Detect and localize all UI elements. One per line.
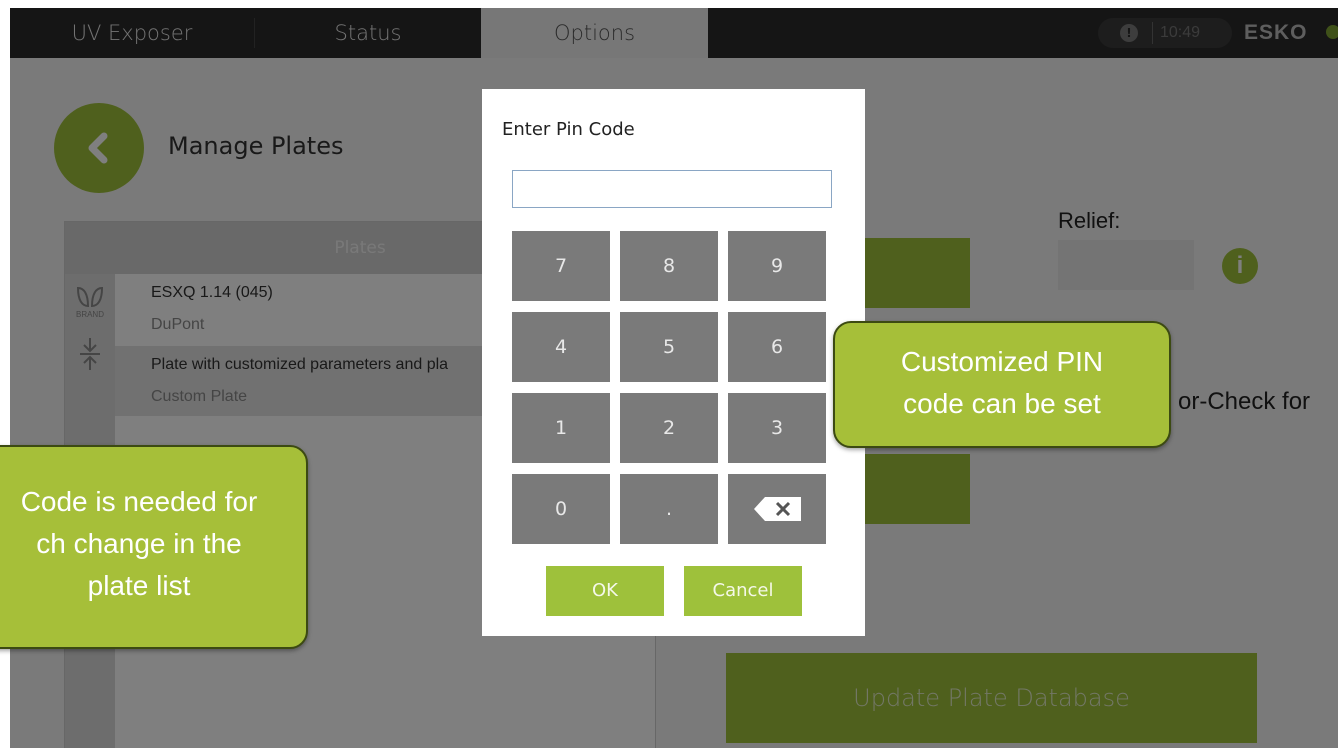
- callout-line: ch change in the: [36, 528, 242, 559]
- key-7[interactable]: 7: [512, 231, 610, 301]
- key-9[interactable]: 9: [728, 231, 826, 301]
- callout-line: Code is needed for: [20, 486, 258, 517]
- callout-line: Customized PIN: [900, 346, 1104, 377]
- callout-custom-pin: Customized PIN code can be set: [833, 321, 1171, 448]
- key-6[interactable]: 6: [728, 312, 826, 382]
- callout-line: plate list: [87, 570, 191, 601]
- dialog-title: Enter Pin Code: [502, 119, 635, 140]
- backspace-key[interactable]: [728, 474, 826, 544]
- key-dot[interactable]: .: [620, 474, 718, 544]
- key-8[interactable]: 8: [620, 231, 718, 301]
- pin-code-dialog: Enter Pin Code 7 8 9 4 5 6 1 2 3 0 . OK …: [482, 89, 865, 636]
- callout-line: code can be set: [903, 388, 1101, 419]
- key-4[interactable]: 4: [512, 312, 610, 382]
- key-3[interactable]: 3: [728, 393, 826, 463]
- ok-button[interactable]: OK: [546, 566, 664, 616]
- key-5[interactable]: 5: [620, 312, 718, 382]
- key-2[interactable]: 2: [620, 393, 718, 463]
- pin-input[interactable]: [512, 170, 832, 208]
- cancel-button[interactable]: Cancel: [684, 566, 802, 616]
- callout-pin-required: Code is needed for ch change in the plat…: [0, 445, 308, 649]
- key-0[interactable]: 0: [512, 474, 610, 544]
- backspace-icon: [754, 497, 801, 521]
- key-1[interactable]: 1: [512, 393, 610, 463]
